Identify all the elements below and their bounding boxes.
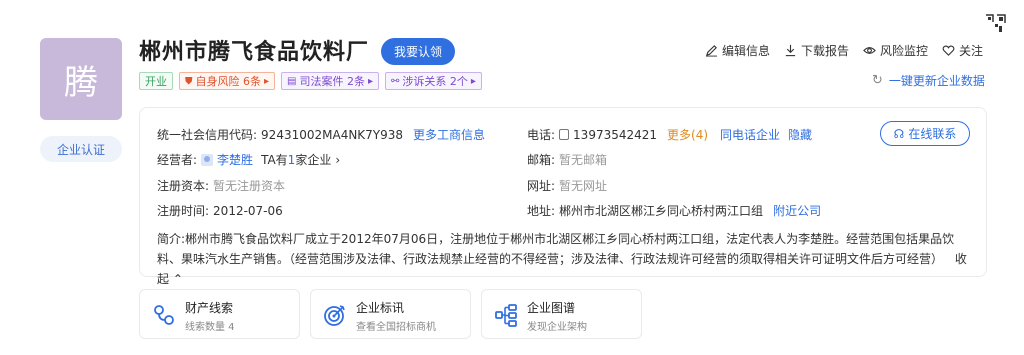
- card-title: 财产线索: [185, 301, 234, 315]
- phone-icon: [559, 129, 570, 140]
- person-icon: [201, 153, 214, 166]
- summary-text: 郴州市腾飞食品饮料厂成立于2012年07月06日，注册地位于郴州市北湖区郴江乡同…: [157, 232, 955, 266]
- card-title: 企业图谱: [527, 301, 576, 315]
- address-value: 郴州市北湖区郴江乡同心桥村两江口组: [559, 204, 764, 218]
- headset-icon: ☊: [893, 126, 905, 141]
- same-phone-link[interactable]: 同电话企业: [720, 126, 780, 143]
- heart-icon: [942, 45, 955, 56]
- card-subtitle: 发现企业架构: [527, 322, 587, 333]
- link-icon: ⚯: [391, 75, 400, 87]
- download-report-button[interactable]: 下载报告: [784, 42, 849, 59]
- card-subtitle: 线索数量 4: [185, 322, 235, 333]
- target-icon: [324, 305, 345, 326]
- logo-char: 腾: [64, 62, 98, 103]
- operator-row: 经营者: 李楚胜 TA有1家企业 ›: [157, 151, 341, 168]
- follow-button[interactable]: 关注: [942, 42, 983, 59]
- chevron-up-icon: ⌃: [172, 272, 183, 286]
- pencil-icon: [705, 45, 718, 57]
- operator-name-link[interactable]: 李楚胜: [217, 151, 253, 168]
- reg-time-row: 注册时间: 2012-07-06: [157, 203, 283, 219]
- org-chart-icon: [495, 304, 517, 327]
- status-tags: 开业 ⛊ 自身风险 6条 ▸ ▤ 司法案件 2条 ▸ ⚯ 涉诉关系 2个 ▸: [139, 72, 482, 90]
- card-subtitle: 查看全国招标商机: [356, 322, 436, 333]
- company-name: 郴州市腾飞食品饮料厂: [139, 40, 370, 65]
- download-icon: [785, 44, 796, 57]
- certification-badge[interactable]: 企业认证: [40, 136, 122, 162]
- status-tag-open: 开业: [139, 72, 173, 90]
- claim-button[interactable]: 我要认领: [381, 38, 455, 65]
- phone-row: 电话: 13973542421 更多(4) 同电话企业 隐藏: [527, 126, 813, 143]
- operator-companies[interactable]: TA有1家企业: [261, 151, 331, 168]
- reg-time-value: 2012-07-06: [213, 203, 283, 218]
- phone-more-link[interactable]: 更多(4): [667, 126, 708, 143]
- caret-right-icon: ▸: [367, 75, 374, 87]
- caret-right-icon: ▸: [470, 75, 476, 87]
- nearby-companies-link[interactable]: 附近公司: [773, 202, 821, 219]
- address-row: 地址: 郴州市北湖区郴江乡同心桥村两江口组 附近公司: [527, 202, 822, 219]
- more-business-link[interactable]: 更多工商信息: [413, 126, 485, 143]
- website-row: 网址: 暂无网址: [527, 179, 608, 193]
- property-clues-card[interactable]: 财产线索 线索数量 4: [139, 289, 300, 339]
- credit-code-row: 统一社会信用代码: 92431002MA4NK7Y938 更多工商信息: [157, 126, 486, 143]
- email-value: 暂无邮箱: [559, 153, 608, 167]
- enterprise-graph-card[interactable]: 企业图谱 发现企业架构: [481, 289, 642, 339]
- edit-info-button[interactable]: 编辑信息: [705, 42, 770, 59]
- refresh-data-button[interactable]: ↻ 一键更新企业数据: [872, 72, 985, 89]
- qr-code-icon[interactable]: [985, 14, 1007, 36]
- litigation-tag[interactable]: ⚯ 涉诉关系 2个 ▸: [385, 72, 482, 90]
- risk-tag[interactable]: ⛊ 自身风险 6条 ▸: [179, 72, 276, 90]
- risk-monitor-button[interactable]: 风险监控: [863, 42, 928, 59]
- refresh-icon: ↻: [872, 73, 883, 88]
- bidding-card[interactable]: 企业标讯 查看全国招标商机: [310, 289, 471, 339]
- capital-row: 注册资本: 暂无注册资本: [157, 179, 286, 193]
- email-row: 邮箱: 暂无邮箱: [527, 153, 608, 167]
- chevron-right-icon: ›: [335, 152, 341, 167]
- claim-button-label: 我要认领: [393, 45, 442, 59]
- header-actions: 编辑信息 下载报告 风险监控 关注: [705, 42, 983, 59]
- phone-value: 13973542421: [573, 127, 658, 142]
- company-info-card: 统一社会信用代码: 92431002MA4NK7Y938 更多工商信息 经营者:…: [139, 107, 987, 286]
- capital-value: 暂无注册资本: [213, 179, 286, 193]
- gavel-icon: ▤: [287, 75, 297, 87]
- certification-label: 企业认证: [56, 142, 105, 157]
- caret-right-icon: ▸: [264, 75, 270, 87]
- company-summary: 简介:郴州市腾飞食品饮料厂成立于2012年07月06日，注册地位于郴州市北湖区郴…: [157, 232, 967, 286]
- shield-icon: ⛊: [185, 75, 193, 87]
- company-logo: 腾: [40, 38, 122, 120]
- judicial-tag[interactable]: ▤ 司法案件 2条 ▸: [281, 72, 380, 90]
- credit-code-value: 92431002MA4NK7Y938: [261, 127, 404, 142]
- website-value: 暂无网址: [559, 179, 608, 193]
- online-contact-button[interactable]: ☊ 在线联系: [880, 121, 970, 146]
- eye-icon: [863, 47, 876, 54]
- hide-link[interactable]: 隐藏: [788, 126, 812, 143]
- card-title: 企业标讯: [356, 301, 405, 315]
- clue-icon: [154, 305, 174, 325]
